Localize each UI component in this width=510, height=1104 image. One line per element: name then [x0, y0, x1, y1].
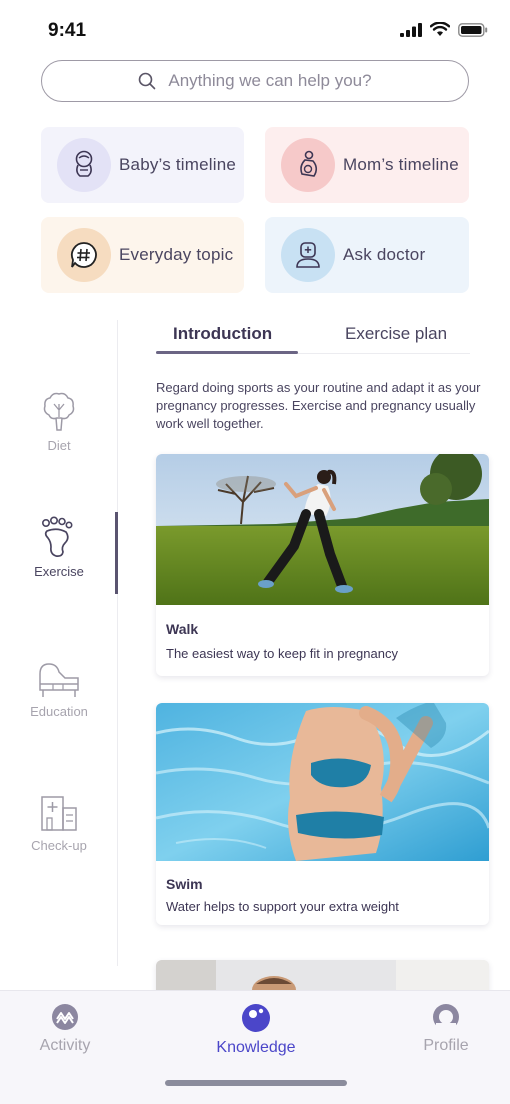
exercise-title: Swim [166, 876, 203, 892]
pregnant-mom-icon [281, 138, 335, 192]
tab-active-underline [156, 351, 298, 354]
sidebar-label: Diet [47, 438, 71, 453]
pregnant-woman-swimming-photo [156, 703, 489, 861]
tab-introduction[interactable]: Introduction [173, 324, 272, 344]
nav-label: Profile [423, 1037, 469, 1054]
moms-timeline-card[interactable]: Mom’s timeline [265, 127, 469, 203]
everyday-topic-card[interactable]: Everyday topic [41, 217, 244, 293]
ask-doctor-card[interactable]: Ask doctor [265, 217, 469, 293]
home-indicator[interactable] [165, 1080, 347, 1086]
exercise-card-walk[interactable]: Walk The easiest way to keep fit in preg… [156, 454, 489, 676]
broccoli-icon [43, 392, 75, 431]
exercise-description: The easiest way to keep fit in pregnancy [166, 646, 398, 661]
content-tabs: Introduction Exercise plan [156, 318, 470, 354]
exercise-description: Water helps to support your extra weight [166, 899, 399, 914]
footprint-icon [41, 516, 73, 558]
hashtag-chat-icon [57, 228, 111, 282]
nav-activity[interactable]: Activity [0, 1003, 130, 1055]
nav-label: Knowledge [216, 1039, 296, 1056]
sidebar-item-diet[interactable]: Diet [0, 390, 118, 453]
exercise-title: Walk [166, 621, 199, 637]
bottom-navigation: Activity Knowledge Profile [0, 990, 510, 1104]
hospital-icon [41, 796, 77, 831]
status-time: 9:41 [48, 20, 87, 41]
activity-icon [52, 1004, 78, 1030]
nav-label: Activity [39, 1037, 91, 1054]
babys-timeline-card[interactable]: Baby’s timeline [41, 127, 244, 203]
sidebar-label: Exercise [34, 564, 84, 579]
sidebar-label: Check-up [31, 838, 87, 853]
baby-icon [57, 138, 111, 192]
sidebar-item-exercise[interactable]: Exercise [0, 516, 118, 579]
card-label: Everyday topic [119, 245, 234, 264]
intro-text: Regard doing sports as your routine and … [156, 380, 481, 431]
search-placeholder: Anything we can help you? [168, 71, 372, 90]
search-icon [139, 72, 156, 90]
pregnant-woman-walking-photo [156, 454, 489, 605]
signal-icon [400, 22, 422, 37]
nav-knowledge[interactable]: Knowledge [191, 1003, 321, 1057]
status-bar: 9:41 [0, 0, 510, 60]
nav-profile[interactable]: Profile [381, 1003, 510, 1055]
profile-icon [433, 1004, 459, 1031]
card-label: Baby’s timeline [119, 155, 237, 174]
exercise-card-swim[interactable]: Swim Water helps to support your extra w… [156, 703, 489, 925]
sidebar-item-checkup[interactable]: Check-up [0, 794, 118, 853]
sidebar-label: Education [30, 704, 88, 719]
doctor-icon [281, 228, 335, 282]
piano-icon [39, 663, 79, 697]
status-icons [400, 22, 488, 37]
sidebar-active-indicator [115, 512, 118, 594]
battery-icon [458, 22, 488, 37]
knowledge-icon [242, 1004, 270, 1032]
card-label: Ask doctor [343, 245, 426, 264]
wifi-icon [430, 22, 450, 36]
search-bar[interactable]: Anything we can help you? [41, 60, 469, 102]
card-label: Mom’s timeline [343, 155, 459, 174]
sidebar-item-education[interactable]: Education [0, 660, 118, 719]
tab-exercise-plan[interactable]: Exercise plan [345, 324, 447, 344]
